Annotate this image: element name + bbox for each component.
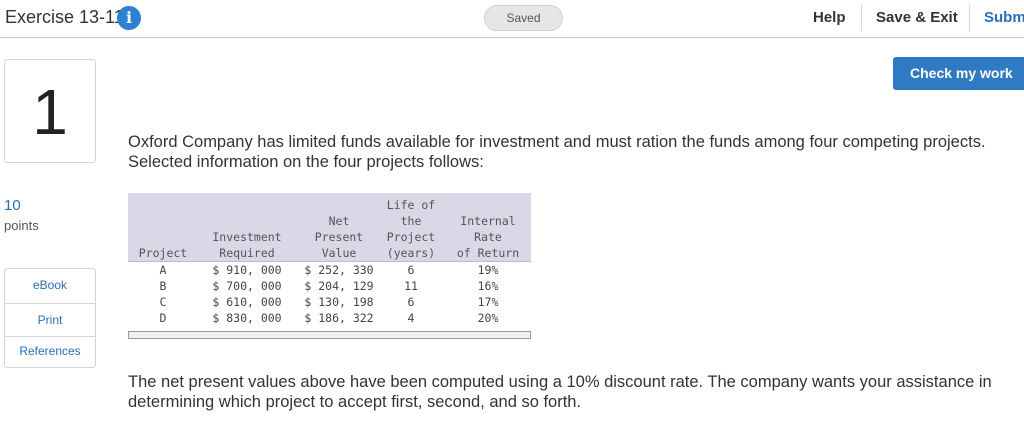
table-scrollbar[interactable] [128, 331, 531, 339]
help-link[interactable]: Help [813, 9, 846, 26]
cell-npv: $ 204, 129 [304, 279, 374, 293]
cell-project: C [159, 295, 167, 309]
cell-life: 11 [404, 279, 418, 293]
question-intro-text: Oxford Company has limited funds availab… [128, 133, 986, 171]
divider [5, 336, 95, 337]
question-followup-text: The net present values above have been c… [128, 373, 992, 411]
cell-life: 6 [407, 263, 415, 277]
cell-investment: $ 700, 000 [212, 279, 282, 293]
cell-irr: 16% [477, 279, 499, 293]
ebook-button[interactable]: eBook [5, 278, 95, 292]
references-button[interactable]: References [5, 344, 95, 358]
question-number-box: 1 [4, 59, 96, 163]
cell-project: B [159, 279, 167, 293]
saved-status-badge: Saved [484, 5, 563, 31]
print-button[interactable]: Print [5, 313, 95, 327]
info-icon[interactable]: i [117, 6, 141, 30]
cell-life: 4 [407, 311, 415, 325]
top-bar: Exercise 13-11 i Saved Help Save & Exit … [0, 0, 1024, 38]
cell-project: A [159, 263, 167, 277]
cell-irr: 20% [477, 311, 499, 325]
exercise-title: Exercise 13-11 [5, 7, 124, 27]
question-number: 1 [32, 76, 68, 148]
cell-life: 6 [407, 295, 415, 309]
points-label: points [4, 218, 39, 233]
divider [969, 5, 970, 31]
divider [861, 5, 862, 31]
cell-npv: $ 130, 198 [304, 295, 374, 309]
points-value: 10 [4, 197, 21, 214]
header-project: Project [138, 246, 188, 260]
cell-npv: $ 186, 322 [304, 311, 374, 325]
cell-investment: $ 830, 000 [212, 311, 282, 325]
header-irr: Internal Rate of Return [456, 214, 520, 260]
cell-irr: 17% [477, 295, 499, 309]
header-investment: Investment Required [212, 230, 282, 260]
header-life: Life of the Project (years) [386, 198, 436, 260]
cell-investment: $ 610, 000 [212, 295, 282, 309]
cell-investment: $ 910, 000 [212, 263, 282, 277]
projects-table: Project Investment Required Net Present … [128, 193, 531, 341]
header-npv: Net Present Value [314, 214, 364, 260]
save-exit-link[interactable]: Save & Exit [876, 9, 958, 26]
divider [5, 303, 95, 304]
check-my-work-button[interactable]: Check my work [893, 57, 1024, 90]
resource-panel: eBook Print References [4, 268, 96, 368]
cell-project: D [159, 311, 167, 325]
cell-irr: 19% [477, 263, 499, 277]
cell-npv: $ 252, 330 [304, 263, 374, 277]
submit-link[interactable]: Subm [984, 9, 1024, 26]
